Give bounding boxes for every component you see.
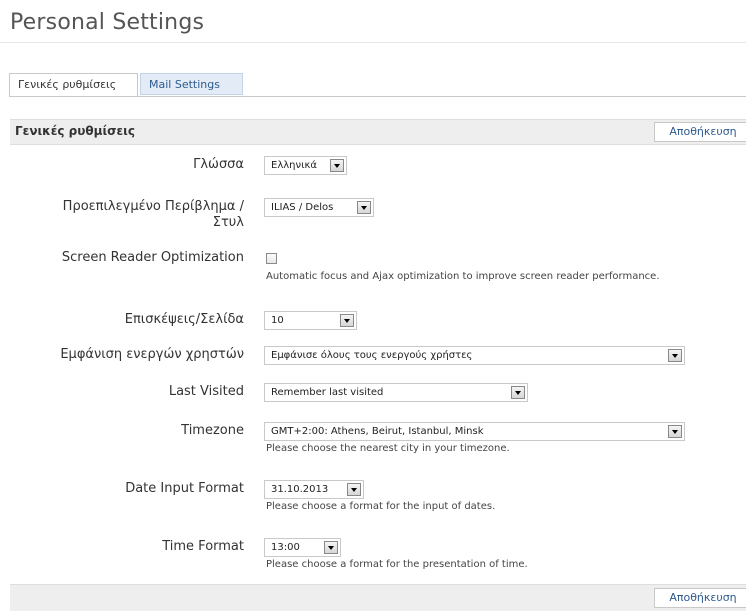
time-format-help: Please choose a format for the presentat… xyxy=(266,559,528,570)
skin-label-line2: Στυλ xyxy=(212,215,244,230)
title-divider xyxy=(0,42,746,43)
screen-reader-checkbox[interactable] xyxy=(266,253,277,264)
chevron-down-icon xyxy=(668,349,682,362)
skin-label-line1: Προεπιλεγμένο Περίβλημα / xyxy=(62,199,244,214)
date-format-select[interactable]: 31.10.2013 xyxy=(264,480,364,499)
skin-label: Προεπιλεγμένο Περίβλημα / Στυλ xyxy=(63,199,244,231)
form-footer: Αποθήκευση xyxy=(10,584,746,611)
chevron-down-icon xyxy=(357,201,371,214)
users-online-value: Εμφάνισε όλους τους ενεργούς χρήστες xyxy=(271,350,473,361)
tabs-divider xyxy=(9,96,746,97)
hits-per-page-value: 10 xyxy=(271,315,284,326)
language-label: Γλώσσα xyxy=(193,157,244,172)
chevron-down-icon xyxy=(324,541,338,554)
chevron-down-icon xyxy=(340,314,354,327)
chevron-down-icon xyxy=(668,425,682,438)
users-online-select[interactable]: Εμφάνισε όλους τους ενεργούς χρήστες xyxy=(264,346,685,365)
hits-per-page-label: Επισκέψεις/Σελίδα xyxy=(124,312,244,327)
last-visited-label: Last Visited xyxy=(168,384,244,399)
last-visited-value: Remember last visited xyxy=(271,387,384,398)
users-online-label: Εμφάνιση ενεργών χρηστών xyxy=(60,347,244,362)
language-value: Ελληνικά xyxy=(271,160,317,171)
chevron-down-icon xyxy=(511,386,525,399)
save-button-bottom[interactable]: Αποθήκευση xyxy=(654,588,746,608)
tab-general-settings[interactable]: Γενικές ρυθμίσεις xyxy=(9,73,138,97)
language-select[interactable]: Ελληνικά xyxy=(264,156,347,175)
date-format-value: 31.10.2013 xyxy=(271,484,329,495)
date-format-help: Please choose a format for the input of … xyxy=(266,501,496,512)
time-format-value: 13:00 xyxy=(271,542,300,553)
timezone-label: Timezone xyxy=(181,423,244,438)
save-button-top[interactable]: Αποθήκευση xyxy=(654,122,746,142)
screen-reader-label: Screen Reader Optimization xyxy=(61,250,244,265)
time-format-label: Time Format xyxy=(162,539,244,554)
time-format-select[interactable]: 13:00 xyxy=(264,538,341,557)
timezone-select[interactable]: GMT+2:00: Athens, Beirut, Istanbul, Mins… xyxy=(264,422,685,441)
chevron-down-icon xyxy=(330,159,344,172)
last-visited-select[interactable]: Remember last visited xyxy=(264,383,528,402)
form-header: Γενικές ρυθμίσεις Αποθήκευση xyxy=(10,119,746,145)
timezone-help: Please choose the nearest city in your t… xyxy=(266,443,510,454)
chevron-down-icon xyxy=(347,483,361,496)
skin-value: ILIAS / Delos xyxy=(271,202,334,213)
date-format-label: Date Input Format xyxy=(125,481,244,496)
screen-reader-help: Automatic focus and Ajax optimization to… xyxy=(266,271,660,282)
skin-select[interactable]: ILIAS / Delos xyxy=(264,198,374,217)
tab-mail-settings[interactable]: Mail Settings xyxy=(140,73,243,95)
timezone-value: GMT+2:00: Athens, Beirut, Istanbul, Mins… xyxy=(271,426,484,437)
form-title: Γενικές ρυθμίσεις xyxy=(15,124,135,138)
hits-per-page-select[interactable]: 10 xyxy=(264,311,357,330)
page-title: Personal Settings xyxy=(10,10,205,35)
